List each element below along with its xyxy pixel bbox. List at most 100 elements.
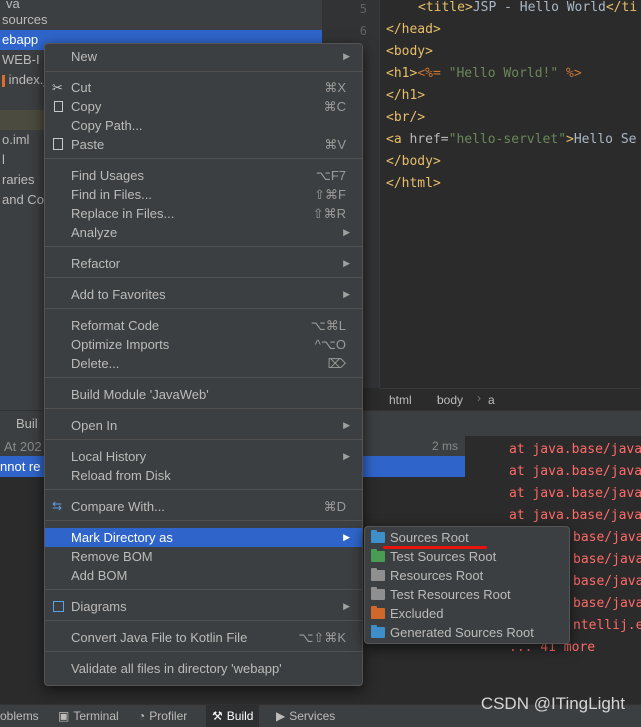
- console-line: at java.base/java: [509, 464, 641, 479]
- menu-item-paste[interactable]: Paste ⌘V: [45, 135, 362, 154]
- tree-item[interactable]: l: [2, 150, 5, 170]
- menu-item-optimize-imports[interactable]: Optimize Imports ^⌥O: [45, 335, 362, 354]
- tree-item[interactable]: raries: [2, 170, 35, 190]
- menu-item-diagrams[interactable]: Diagrams ▶: [45, 597, 362, 616]
- menu-separator: [45, 246, 362, 247]
- breadcrumb-body[interactable]: body: [437, 393, 463, 407]
- menu-item-cut[interactable]: ✂ Cut ⌘X: [45, 78, 362, 97]
- menu-separator: [45, 308, 362, 309]
- terminal-icon: ▣: [58, 709, 70, 723]
- sources-folder-icon: [371, 530, 385, 543]
- mark-directory-submenu: Sources Root Test Sources Root Resources…: [364, 526, 570, 644]
- test-sources-folder-icon: [371, 549, 385, 562]
- code-line: </html>: [386, 176, 441, 191]
- menu-item-reload-from-disk[interactable]: Reload from Disk: [45, 466, 362, 485]
- generated-sources-folder-icon: [371, 625, 385, 638]
- tab-build[interactable]: ⚒ Build: [206, 705, 260, 727]
- chevron-right-icon: ▶: [343, 289, 350, 299]
- menu-item-compare-with[interactable]: ⇆ Compare With... ⌘D: [45, 497, 362, 516]
- submenu-item-resources-root[interactable]: Resources Root: [365, 566, 569, 585]
- build-row[interactable]: At 202: [4, 439, 42, 454]
- menu-separator: [45, 158, 362, 159]
- scissors-icon: ✂: [52, 80, 63, 95]
- console-line: ntellij.e: [573, 618, 641, 633]
- menu-item-build-module[interactable]: Build Module 'JavaWeb': [45, 385, 362, 404]
- build-row-selected[interactable]: nnot re: [0, 459, 40, 474]
- menu-separator: [45, 277, 362, 278]
- line-number: 5: [359, 2, 367, 16]
- code-line: <title>JSP - Hello World</ti: [418, 0, 638, 15]
- tab-problems[interactable]: oblems: [0, 705, 39, 727]
- code-line: </head>: [386, 22, 441, 37]
- tree-item[interactable]: o.iml: [2, 130, 29, 150]
- build-time: 2 ms: [432, 439, 459, 453]
- console-line: at java.base/java: [509, 486, 641, 501]
- code-line: </h1>: [386, 88, 426, 103]
- chevron-right-icon: ▶: [343, 258, 350, 268]
- menu-separator: [45, 651, 362, 652]
- menu-item-add-to-favorites[interactable]: Add to Favorites ▶: [45, 285, 362, 304]
- menu-item-find-usages[interactable]: Find Usages ⌥F7: [45, 166, 362, 185]
- menu-item-remove-bom[interactable]: Remove BOM: [45, 547, 362, 566]
- console-line: base/java: [573, 574, 641, 589]
- menu-item-analyze[interactable]: Analyze ▶: [45, 223, 362, 242]
- context-menu: New ▶ ✂ Cut ⌘X Copy ⌘C Copy Path... Paste ⌘V …: [44, 43, 363, 686]
- submenu-item-generated-sources-root[interactable]: Generated Sources Root: [365, 623, 569, 642]
- menu-item-delete[interactable]: Delete... ⌦: [45, 354, 362, 373]
- breadcrumb-a[interactable]: a: [488, 393, 495, 407]
- tree-item[interactable]: sources: [2, 10, 48, 30]
- tab-terminal[interactable]: ▣ Terminal: [58, 705, 119, 727]
- breadcrumb-html[interactable]: html: [389, 393, 412, 407]
- submenu-item-sources-root[interactable]: Sources Root: [365, 528, 569, 547]
- menu-item-local-history[interactable]: Local History ▶: [45, 447, 362, 466]
- services-icon: ▶: [276, 709, 286, 723]
- submenu-item-test-resources-root[interactable]: Test Resources Root: [365, 585, 569, 604]
- chevron-right-icon: ▶: [343, 420, 350, 430]
- menu-item-refactor[interactable]: Refactor ▶: [45, 254, 362, 273]
- menu-item-reformat-code[interactable]: Reformat Code ⌥⌘L: [45, 316, 362, 335]
- code-line: <a href="hello-servlet">Hello Se: [386, 132, 637, 147]
- breadcrumb-separator-icon: ›: [477, 391, 481, 405]
- watermark: CSDN @ITingLight: [480, 694, 625, 713]
- hammer-icon: ⚒: [212, 709, 223, 723]
- menu-item-copy-path[interactable]: Copy Path...: [45, 116, 362, 135]
- code-line: <h1><%= "Hello World!" %>: [386, 66, 582, 81]
- menu-item-copy[interactable]: Copy ⌘C: [45, 97, 362, 116]
- tree-item[interactable]: index.j: [2, 70, 46, 90]
- delete-key-icon: ⌦: [327, 356, 346, 371]
- menu-separator: [45, 408, 362, 409]
- menu-item-open-in[interactable]: Open In ▶: [45, 416, 362, 435]
- build-tab[interactable]: Buil: [16, 416, 38, 431]
- menu-item-validate[interactable]: Validate all files in directory 'webapp': [45, 659, 362, 678]
- menu-separator: [45, 520, 362, 521]
- menu-item-new[interactable]: New ▶: [45, 47, 362, 66]
- menu-separator: [45, 439, 362, 440]
- console-line: at java.base/java: [509, 508, 641, 523]
- menu-item-replace-in-files[interactable]: Replace in Files... ⇧⌘R: [45, 204, 362, 223]
- tree-item[interactable]: WEB-I: [2, 50, 40, 70]
- chevron-right-icon: ▶: [343, 532, 350, 542]
- tab-services[interactable]: ▶ Services: [276, 705, 335, 727]
- menu-item-find-in-files[interactable]: Find in Files... ⇧⌘F: [45, 185, 362, 204]
- code-editor[interactable]: 5 6 <title>JSP - Hello World</ti </head> <…: [322, 0, 641, 388]
- test-resources-folder-icon: [371, 587, 385, 600]
- menu-separator: [45, 489, 362, 490]
- menu-item-add-bom[interactable]: Add BOM: [45, 566, 362, 585]
- menu-item-mark-directory-as[interactable]: Mark Directory as ▶: [45, 528, 362, 547]
- code-line: <body>: [386, 44, 433, 59]
- menu-item-convert-to-kotlin[interactable]: Convert Java File to Kotlin File ⌥⇧⌘K: [45, 628, 362, 647]
- submenu-item-test-sources-root[interactable]: Test Sources Root: [365, 547, 569, 566]
- code-line: <br/>: [386, 110, 426, 125]
- console-line: base/java: [573, 596, 641, 611]
- submenu-item-excluded[interactable]: Excluded: [365, 604, 569, 623]
- menu-separator: [45, 620, 362, 621]
- annotation-underline: [383, 546, 487, 549]
- menu-separator: [45, 377, 362, 378]
- menu-separator: [45, 71, 362, 72]
- html-file-icon: [2, 74, 5, 87]
- console-line: at java.base/java: [509, 442, 641, 457]
- copy-icon: [54, 101, 63, 112]
- chevron-right-icon: ▶: [343, 601, 350, 611]
- tab-profiler[interactable]: ◔ Profiler: [138, 705, 187, 727]
- diagram-icon: [53, 601, 64, 612]
